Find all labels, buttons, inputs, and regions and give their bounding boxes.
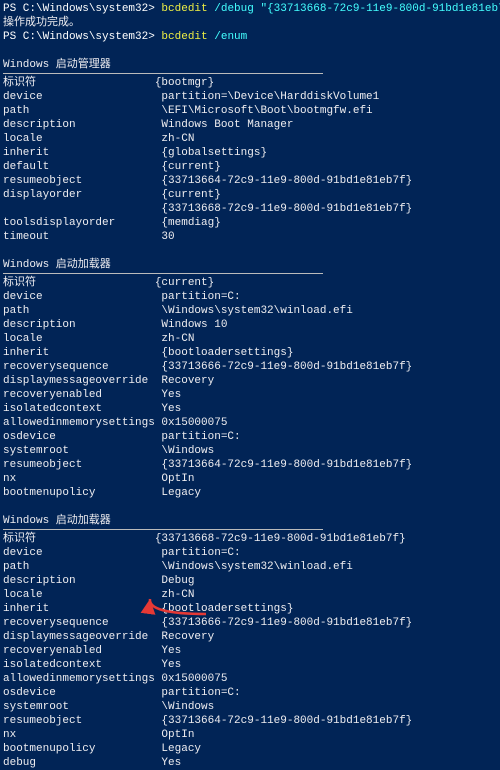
section3-divider xyxy=(3,529,323,530)
output-row: locale zh-CN xyxy=(3,332,497,346)
output-row: systemroot \Windows xyxy=(3,444,497,458)
section2-divider xyxy=(3,273,323,274)
section2-rows: 标识符 {current}device partition=C:path \Wi… xyxy=(3,276,497,500)
cmd1-result: 操作成功完成。 xyxy=(3,16,497,30)
output-row: toolsdisplayorder {memdiag} xyxy=(3,216,497,230)
output-row: inherit {globalsettings} xyxy=(3,146,497,160)
output-row: isolatedcontext Yes xyxy=(3,402,497,416)
output-row: 标识符 {current} xyxy=(3,276,497,290)
output-row: 标识符 {33713668-72c9-11e9-800d-91bd1e81eb7… xyxy=(3,532,497,546)
output-row: description Debug xyxy=(3,574,497,588)
output-row: recoveryenabled Yes xyxy=(3,644,497,658)
output-row: displaymessageoverride Recovery xyxy=(3,630,497,644)
output-row: displayorder {current} xyxy=(3,188,497,202)
output-row: resumeobject {33713664-72c9-11e9-800d-91… xyxy=(3,174,497,188)
prompt-line-1[interactable]: PS C:\Windows\system32> bcdedit /debug "… xyxy=(3,2,497,16)
cmd-exe: bcdedit xyxy=(155,3,208,15)
output-row: path \Windows\system32\winload.efi xyxy=(3,304,497,318)
section3-rows: 标识符 {33713668-72c9-11e9-800d-91bd1e81eb7… xyxy=(3,532,497,770)
section1-rows: 标识符 {bootmgr}device partition=\Device\Ha… xyxy=(3,76,497,244)
output-row: description Windows 10 xyxy=(3,318,497,332)
output-row: allowedinmemorysettings 0x15000075 xyxy=(3,672,497,686)
output-row: isolatedcontext Yes xyxy=(3,658,497,672)
output-row: description Windows Boot Manager xyxy=(3,118,497,132)
output-row: recoveryenabled Yes xyxy=(3,388,497,402)
output-row: default {current} xyxy=(3,160,497,174)
output-row: allowedinmemorysettings 0x15000075 xyxy=(3,416,497,430)
output-row: inherit {bootloadersettings} xyxy=(3,346,497,360)
output-row: nx OptIn xyxy=(3,728,497,742)
output-row: locale zh-CN xyxy=(3,132,497,146)
output-row: 标识符 {bootmgr} xyxy=(3,76,497,90)
output-row: device partition=\Device\HarddiskVolume1 xyxy=(3,90,497,104)
output-row: bootmenupolicy Legacy xyxy=(3,742,497,756)
output-row: resumeobject {33713664-72c9-11e9-800d-91… xyxy=(3,714,497,728)
output-row: {33713668-72c9-11e9-800d-91bd1e81eb7f} xyxy=(3,202,497,216)
ps-prompt: PS C:\Windows\system32> xyxy=(3,3,155,15)
output-row: recoverysequence {33713666-72c9-11e9-800… xyxy=(3,360,497,374)
output-row: path \Windows\system32\winload.efi xyxy=(3,560,497,574)
output-row: device partition=C: xyxy=(3,290,497,304)
ps-prompt: PS C:\Windows\system32> xyxy=(3,31,155,43)
prompt-line-2[interactable]: PS C:\Windows\system32> bcdedit /enum xyxy=(3,30,497,44)
output-row: resumeobject {33713664-72c9-11e9-800d-91… xyxy=(3,458,497,472)
output-row: debug Yes xyxy=(3,756,497,770)
cmd-args: /enum xyxy=(208,31,248,43)
section2-title: Windows 启动加载器 xyxy=(3,258,497,272)
output-row: locale zh-CN xyxy=(3,588,497,602)
output-row: bootmenupolicy Legacy xyxy=(3,486,497,500)
output-row: osdevice partition=C: xyxy=(3,430,497,444)
section1-title: Windows 启动管理器 xyxy=(3,58,497,72)
section3-title: Windows 启动加载器 xyxy=(3,514,497,528)
output-row: path \EFI\Microsoft\Boot\bootmgfw.efi xyxy=(3,104,497,118)
output-row: nx OptIn xyxy=(3,472,497,486)
output-row: device partition=C: xyxy=(3,546,497,560)
cmd-exe: bcdedit xyxy=(155,31,208,43)
output-row: displaymessageoverride Recovery xyxy=(3,374,497,388)
output-row: recoverysequence {33713666-72c9-11e9-800… xyxy=(3,616,497,630)
cmd-args: /debug "{33713668-72c9-11e9-800d-91bd1e8… xyxy=(208,3,500,15)
output-row: inherit {bootloadersettings} xyxy=(3,602,497,616)
output-row: systemroot \Windows xyxy=(3,700,497,714)
section1-divider xyxy=(3,73,323,74)
output-row: timeout 30 xyxy=(3,230,497,244)
output-row: osdevice partition=C: xyxy=(3,686,497,700)
